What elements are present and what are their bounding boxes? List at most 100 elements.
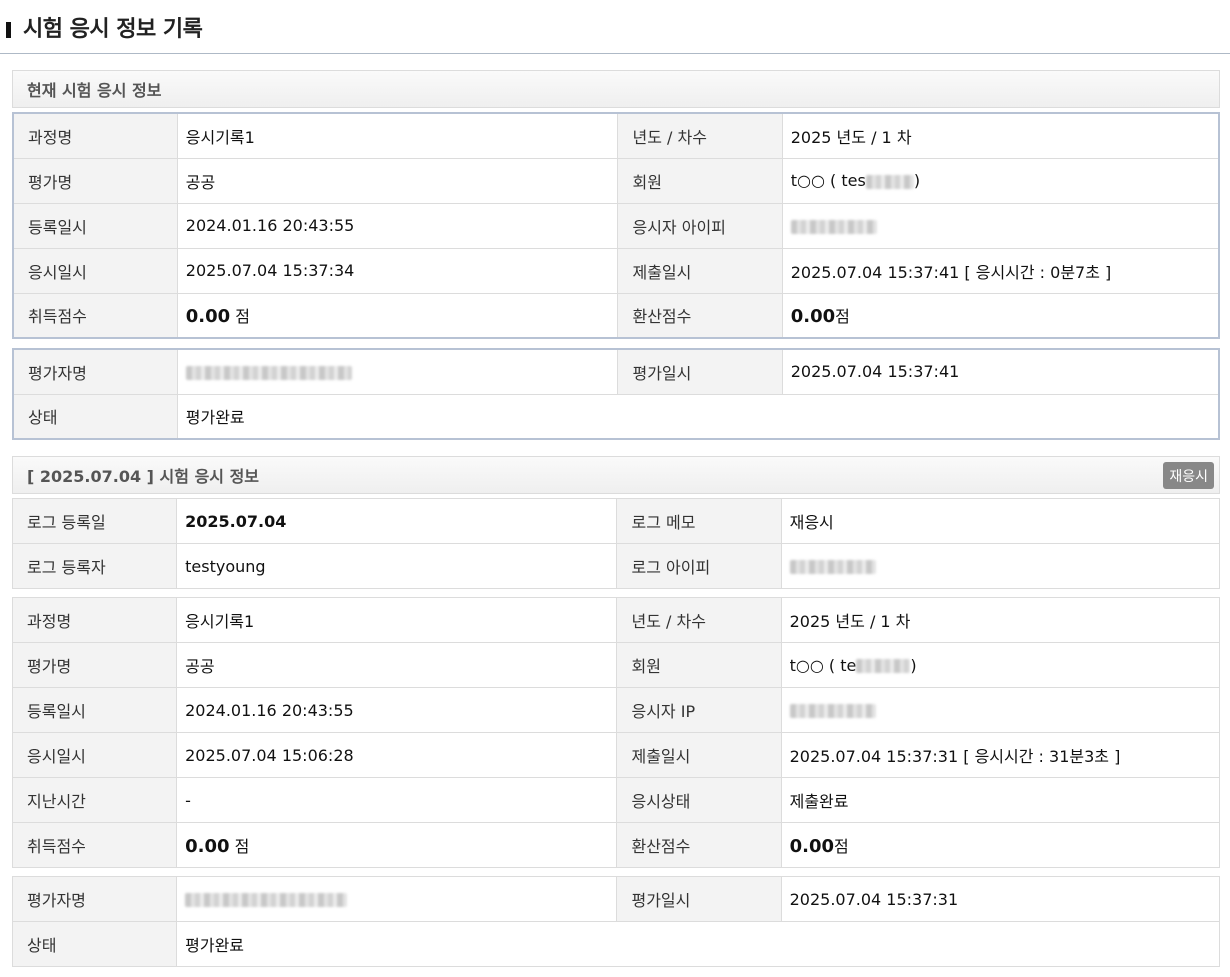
member-name: t○○ ( tes — [790, 171, 866, 190]
score-unit: 점 — [229, 837, 250, 856]
evaluator-label: 평가자명 — [12, 876, 178, 922]
converted-score-label: 환산점수 — [616, 822, 782, 868]
table-row: 로그 등록일 2025.07.04 로그 메모 재응시 — [12, 498, 1220, 544]
examinee-ip-label: 응시자 IP — [616, 687, 782, 733]
table-row: 등록일시 2024.01.16 20:43:55 응시자 아이피 — [13, 203, 1219, 249]
evaluation-name-value: 공공 — [177, 158, 619, 204]
converted-score-number: 0.00 — [790, 306, 836, 328]
status-value: 평가완료 — [185, 936, 245, 955]
converted-score-value: 0.00점 — [782, 293, 1219, 338]
log-date-label: 로그 등록일 — [12, 498, 178, 544]
table-row: 등록일시 2024.01.16 20:43:55 응시자 IP — [12, 687, 1220, 733]
exam-status-label: 응시상태 — [616, 777, 782, 823]
submitted-at-value: 2025.07.04 15:37:41 [ 응시시간 : 0분7초 ] — [782, 248, 1219, 294]
log-memo-value: 재응시 — [781, 498, 1220, 544]
status-label: 상태 — [12, 921, 178, 967]
evaluator-value — [177, 349, 619, 395]
page-title: 시험 응시 정보 기록 — [23, 16, 203, 42]
exam-at-label: 응시일시 — [12, 732, 178, 778]
course-value: 응시기록1 — [177, 113, 619, 159]
member-value: t○○ ( tes) — [782, 158, 1219, 204]
registered-at-value: 2024.01.16 20:43:55 — [177, 203, 619, 249]
examinee-ip-value — [782, 203, 1219, 249]
redacted-evaluator — [185, 893, 348, 907]
elapsed-time-value: - — [176, 777, 618, 823]
elapsed-time-label: 지난시간 — [12, 777, 178, 823]
table-row: 평가자명 평가일시 2025.07.04 15:37:41 — [13, 349, 1219, 395]
evaluator-value — [176, 876, 618, 922]
evaluated-at-value: 2025.07.04 15:37:41 — [782, 349, 1219, 395]
submitted-at-label: 제출일시 — [616, 732, 782, 778]
evaluator-label: 평가자명 — [13, 349, 178, 395]
converted-score-unit: 점 — [834, 837, 849, 856]
status-value: 평가완료 — [185, 408, 245, 428]
table-row: 응시일시 2025.07.04 15:37:34 제출일시 2025.07.04… — [13, 248, 1219, 294]
table-row: 상태 평가완료 — [12, 921, 1220, 967]
table-row: 응시일시 2025.07.04 15:06:28 제출일시 2025.07.04… — [12, 732, 1220, 778]
score-label: 취득점수 — [12, 822, 178, 868]
year-round-label: 년도 / 차수 — [617, 113, 783, 159]
registered-at-label: 등록일시 — [12, 687, 178, 733]
retake-button[interactable]: 재응시 — [1163, 462, 1214, 489]
current-eval-table: 평가자명 평가일시 2025.07.04 15:37:41 상태 평가완료 — [12, 348, 1220, 440]
log-ip-label: 로그 아이피 — [616, 543, 782, 589]
redacted-evaluator — [185, 365, 352, 380]
redacted-ip — [789, 704, 876, 718]
year-round-label: 년도 / 차수 — [616, 597, 782, 643]
score-label: 취득점수 — [13, 293, 178, 338]
table-row: 과정명 응시기록1 년도 / 차수 2025 년도 / 1 차 — [13, 113, 1219, 159]
log-ip-value — [781, 544, 1219, 589]
member-value: t○○ ( te) — [781, 642, 1220, 688]
table-row: 상태 평가완료 — [13, 394, 1219, 439]
year-round-value: 2025 년도 / 1 차 — [782, 113, 1219, 159]
member-close: ) — [913, 171, 921, 190]
score-value: 0.00 점 — [176, 822, 618, 868]
table-row: 로그 등록자 testyoung 로그 아이피 — [12, 543, 1220, 589]
log-memo-label: 로그 메모 — [616, 498, 782, 544]
registered-at-value: 2024.01.16 20:43:55 — [176, 687, 618, 733]
member-name: t○○ ( te — [789, 655, 857, 675]
converted-score-unit: 점 — [835, 307, 850, 327]
score-number: 0.00 — [185, 306, 231, 328]
log-date-value: 2025.07.04 — [176, 498, 618, 544]
exam-at-label: 응시일시 — [13, 248, 178, 294]
log-section-title: [ 2025.07.04 ] 시험 응시 정보 재응시 — [12, 456, 1220, 494]
converted-score-number: 0.00 — [789, 836, 835, 857]
table-row: 지난시간 - 응시상태 제출완료 — [12, 777, 1220, 823]
course-label: 과정명 — [12, 597, 178, 643]
examinee-ip-label: 응시자 아이피 — [617, 203, 783, 249]
redacted-member-id — [856, 659, 911, 673]
status-label: 상태 — [13, 394, 178, 439]
page-header: 시험 응시 정보 기록 — [0, 0, 1230, 54]
exam-at-value: 2025.07.04 15:06:28 — [176, 732, 618, 778]
exam-at-value: 2025.07.04 15:37:34 — [177, 248, 619, 294]
table-row: 평가자명 평가일시 2025.07.04 15:37:31 — [12, 876, 1220, 922]
score-unit: 점 — [230, 307, 250, 327]
evaluated-at-label: 평가일시 — [617, 349, 783, 395]
converted-score-label: 환산점수 — [617, 293, 783, 338]
redacted-log-ip — [789, 560, 876, 574]
member-label: 회원 — [616, 642, 782, 688]
member-label: 회원 — [617, 158, 783, 204]
converted-score-value: 0.00점 — [781, 823, 1219, 868]
course-label: 과정명 — [13, 113, 178, 159]
registered-at-label: 등록일시 — [13, 203, 178, 249]
title-bar-marker — [6, 21, 11, 38]
evaluated-at-value: 2025.07.04 15:37:31 — [781, 876, 1220, 922]
score-number: 0.00 — [185, 836, 230, 857]
current-section-title: 현재 시험 응시 정보 — [12, 70, 1220, 108]
submitted-at-value: 2025.07.04 15:37:31 [ 응시시간 : 31분3초 ] — [781, 732, 1220, 778]
log-section-title-text: [ 2025.07.04 ] 시험 응시 정보 — [27, 467, 260, 486]
log-info-table: 과정명 응시기록1 년도 / 차수 2025 년도 / 1 차 평가명 공공 회… — [12, 597, 1220, 868]
course-value: 응시기록1 — [176, 597, 618, 643]
log-meta-table: 로그 등록일 2025.07.04 로그 메모 재응시 로그 등록자 testy… — [12, 498, 1220, 589]
current-info-table: 과정명 응시기록1 년도 / 차수 2025 년도 / 1 차 평가명 공공 회… — [12, 112, 1220, 339]
examinee-ip-value — [781, 687, 1220, 733]
log-registrant-value: testyoung — [176, 543, 618, 589]
table-row: 과정명 응시기록1 년도 / 차수 2025 년도 / 1 차 — [12, 597, 1220, 643]
evaluation-name-value: 공공 — [176, 642, 618, 688]
evaluation-name-label: 평가명 — [12, 642, 178, 688]
table-row: 취득점수 0.00 점 환산점수 0.00점 — [12, 822, 1220, 868]
evaluated-at-label: 평가일시 — [616, 876, 782, 922]
table-row: 취득점수 0.00 점 환산점수 0.00점 — [13, 293, 1219, 338]
